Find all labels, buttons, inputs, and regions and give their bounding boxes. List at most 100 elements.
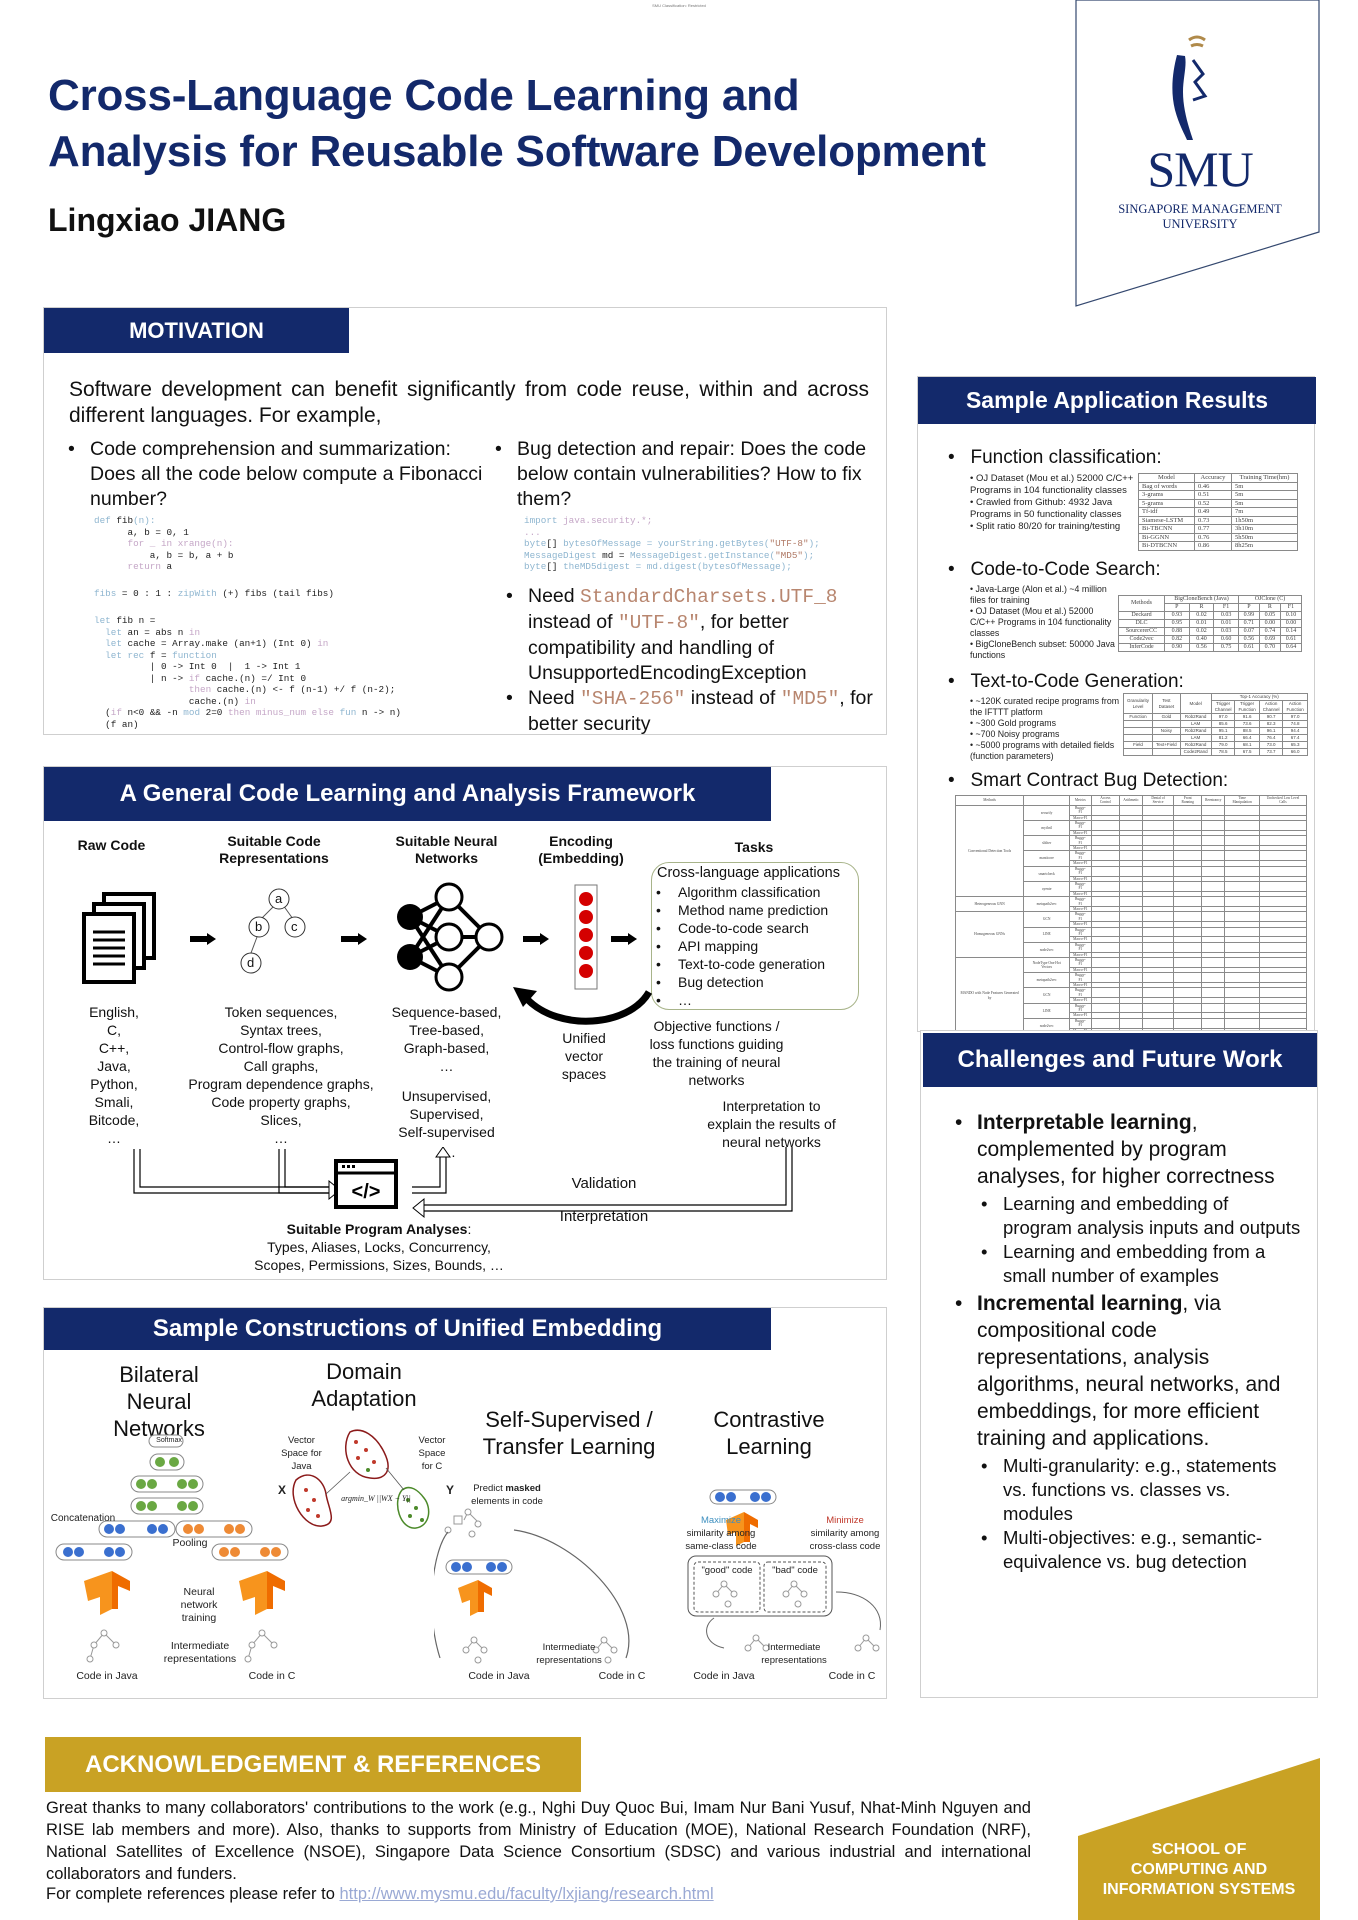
arrow-right-icon [190,933,216,945]
method-name: smartcheck [1023,865,1071,882]
table-header: Methods [954,795,1025,806]
score-cell [1119,911,1143,923]
table-cell: 0.01 [1188,619,1215,628]
table-cell: SourcererCC [1117,627,1166,636]
table-cell [1152,748,1181,756]
score-cell [1141,820,1175,831]
table-header [1023,795,1071,806]
score-cell [1173,987,1203,999]
score-cell [1119,896,1143,907]
intermediate-label: Intermediate representations [761,1642,827,1666]
table-row: Code2Rand 78.5 67.5 73.7 66.0 [1122,748,1308,756]
method-name: LINE [1023,1002,1071,1019]
predict-masked-label: Predict masked elements in code [471,1483,543,1507]
table-cell: 82.3 [1258,720,1284,728]
score-cell [1224,1002,1260,1014]
motivation-intro: Software development can benefit signifi… [69,378,869,427]
table-cell: 0.60 [1213,635,1239,644]
table-cell: 0.00 [1258,619,1281,628]
table-cell: 94.4 [1282,727,1308,735]
table-header: Time Manipulation [1224,795,1260,806]
table-cell [1122,720,1154,728]
pooling-label: Pooling [172,1537,208,1549]
table-cell: 67.5 [1234,748,1260,756]
method-name: GCN [1023,987,1071,1004]
score-cell [1119,835,1143,847]
code-search-table: Methods BigCloneBench (Java) OJClone (C) P… [1117,595,1303,652]
arrow-right-icon [523,933,549,945]
references-link[interactable]: http://www.mysmu.edu/faculty/lxjiang/res… [339,1885,713,1903]
table-cell: 0.03 [1213,627,1239,636]
score-cell [1258,926,1308,938]
interpretation-to-label: Interpretation to explain the results of… [707,1098,836,1150]
table-cell: LAM [1179,734,1212,742]
code-search-notes: • Java-Large (Alon et al.) ~4 million fi… [970,584,1115,660]
table-cell: 0.70 [1258,643,1281,652]
table-row: Heterogeneous GNN metapath2vec Buggy-F1 [954,896,1308,913]
function-classification-title: • Function classification: [948,447,1162,468]
table-cell: 0.01 [1213,619,1239,628]
score-cell [1119,987,1143,999]
score-cell [1090,804,1121,816]
column-tasks: Tasks [734,839,774,855]
bad-code-label: "bad" code [772,1565,818,1576]
motivation-bullet-bug-detection: Bug detection and repair: Does the code … [491,437,871,512]
table-cell: Tf-idf [1138,507,1195,517]
function-classification-notes: • OJ Dataset (Mou et al.) 52000 C/C++ Pr… [970,473,1134,532]
code-analysis-icon: </> [334,1159,398,1209]
score-cell [1258,1017,1308,1029]
table-cell: 0.61 [1237,643,1260,652]
table-cell [1152,720,1181,728]
score-cell [1224,972,1260,984]
column-raw-code: Raw Code [77,837,146,853]
metric-name: Buggy-F1 [1069,880,1092,892]
intermediate-label: Intermediate representations [163,1640,237,1665]
table-cell: 0.73 [1193,515,1233,525]
table-row: Deckard 0.93 0.02 0.03 0.99 0.05 0.10 [1117,611,1303,620]
table-cell [1122,734,1154,742]
tensorflow-logo-icon [458,1580,492,1616]
table-cell: 0.99 [1237,611,1260,620]
metric-name: Buggy-F1 [1069,1017,1092,1029]
table-header: Denial of Service [1141,795,1175,806]
score-cell [1119,820,1143,831]
ast-graph-icon [854,1634,880,1652]
softmax-label: Softmax [156,1437,182,1444]
metric-name: Buggy-F1 [1069,911,1092,923]
score-cell [1258,911,1308,923]
score-cell [1201,926,1226,938]
table-row: SourcererCC 0.88 0.02 0.03 0.07 0.74 0.14 [1117,627,1303,636]
smart-contract-title: • Smart Contract Bug Detection: [948,770,1229,791]
table-cell: 97.0 [1210,713,1236,721]
results-panel: Sample Application Results • Function cl… [917,376,1316,1035]
score-cell [1090,880,1121,892]
good-code-label: "good" code [701,1565,753,1576]
code-sample-java: import java.security.*; ... byte[] bytes… [524,515,820,572]
learning-type-list: Unsupervised, Supervised, Self-supervised [398,1088,495,1140]
score-cell [1201,835,1226,847]
challenges-list: Interpretable learning, complemented by … [951,1109,1301,1574]
challenge-subitem: Learning and embedding of program analys… [977,1192,1301,1240]
table-cell: 3h10m [1231,524,1298,534]
method-name: manticore [1023,850,1071,867]
score-cell [1090,1002,1121,1014]
metric-name: Buggy-F1 [1069,987,1092,999]
task-item: Method name prediction [652,901,857,919]
score-cell [1119,1017,1143,1029]
language-list: English, C, C++, Java, Python, Smali, Bitcode,… [88,1004,140,1146]
validation-label: Validation [571,1175,637,1192]
fix-utf8-bullet: Need StandardCharsets.UTF_8 instead of "… [502,584,882,686]
score-cell [1258,865,1308,877]
score-cell [1201,1002,1226,1014]
tree-node-b: b [255,919,263,934]
score-cell [1119,957,1143,968]
table-cell: 7m [1231,507,1298,517]
training-label: Neural network training [180,1586,218,1624]
score-cell [1224,880,1260,892]
score-cell [1201,957,1226,968]
poster-title: Cross-Language Code Learning and Analysi… [48,71,986,176]
score-cell [1201,911,1226,923]
arrow-right-icon [611,933,637,945]
author-name: Lingxiao JIANG [48,202,287,238]
score-cell [1173,804,1203,816]
